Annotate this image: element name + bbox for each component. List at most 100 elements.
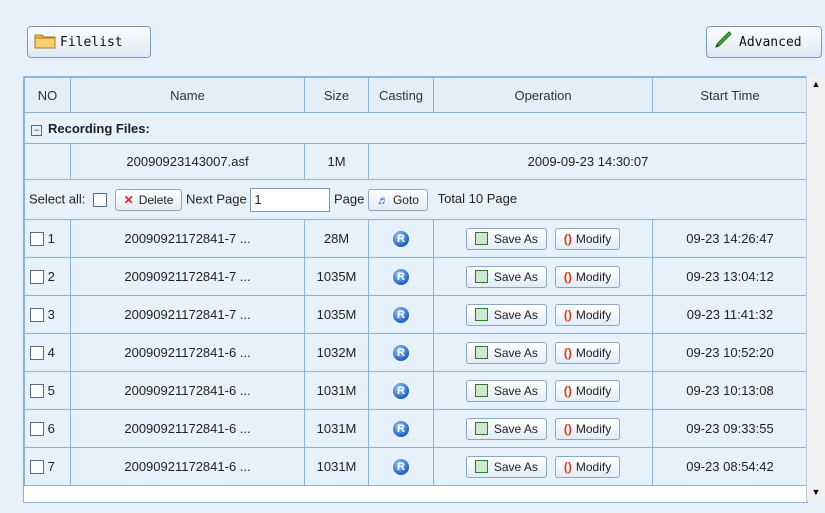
modify-icon: () [563, 459, 572, 474]
page-input[interactable]: 1 [250, 187, 331, 212]
casting-icon[interactable]: R [393, 344, 409, 361]
recording-datetime: 2009-09-23 14:30:07 [368, 143, 807, 180]
modify-label: Modify [575, 345, 612, 360]
row-start-time: 09-23 14:26:47 [652, 219, 807, 258]
row-checkbox[interactable] [30, 346, 44, 361]
casting-icon[interactable]: R [393, 420, 409, 437]
modify-icon: () [563, 383, 572, 398]
recording-file-manager: Filelist Advanced NO Name Size Casting O… [0, 0, 825, 513]
save-as-button[interactable]: Save As [465, 303, 547, 326]
modify-button[interactable]: () Modify [554, 303, 621, 326]
save-as-label: Save As [493, 345, 538, 360]
row-casting: R [368, 219, 434, 258]
advanced-label: Advanced [739, 34, 802, 50]
row-start-time: 09-23 10:13:08 [652, 371, 807, 410]
row-no: 3 [47, 306, 55, 322]
row-no-cell: 2 [24, 257, 71, 296]
delete-button[interactable]: ✕ Delete [114, 188, 183, 211]
save-as-button[interactable]: Save As [465, 455, 547, 478]
row-operation: Save As () Modify [433, 257, 653, 296]
casting-icon[interactable]: R [393, 268, 409, 285]
modify-label: Modify [575, 459, 612, 474]
modify-button[interactable]: () Modify [554, 379, 621, 402]
row-no-cell: 6 [24, 409, 71, 448]
modify-label: Modify [575, 421, 612, 436]
scroll-down-arrow-icon[interactable]: ▼ [807, 484, 825, 501]
save-as-button[interactable]: Save As [465, 379, 547, 402]
row-casting: R [368, 333, 434, 372]
section-row: − Recording Files: [24, 112, 807, 144]
top-toolbar: Filelist Advanced [0, 0, 825, 74]
vertical-scrollbar[interactable]: ▲ ▼ [806, 76, 825, 501]
row-checkbox[interactable] [30, 270, 44, 285]
save-as-label: Save As [493, 383, 538, 398]
goto-label: Goto [392, 192, 419, 207]
header-casting: Casting [368, 77, 434, 113]
save-icon [474, 270, 488, 283]
modify-button[interactable]: () Modify [554, 265, 621, 288]
row-checkbox[interactable] [30, 232, 44, 247]
row-casting: R [368, 371, 434, 410]
row-checkbox[interactable] [30, 384, 44, 399]
header-size: Size [304, 77, 369, 113]
casting-icon[interactable]: R [393, 230, 409, 247]
modify-label: Modify [575, 269, 612, 284]
row-start-time: 09-23 13:04:12 [652, 257, 807, 296]
section-cell: − Recording Files: [24, 112, 807, 144]
row-name[interactable]: 20090921172841-6 ... [70, 333, 305, 372]
casting-icon[interactable]: R [393, 458, 409, 475]
row-no-cell: 1 [24, 219, 71, 258]
row-name[interactable]: 20090921172841-7 ... [70, 219, 305, 258]
row-name[interactable]: 20090921172841-7 ... [70, 295, 305, 334]
row-start-time: 09-23 08:54:42 [652, 447, 807, 486]
pencil-icon [713, 30, 735, 54]
save-as-button[interactable]: Save As [465, 417, 547, 440]
row-size: 1031M [304, 447, 369, 486]
paging-toolbar: Select all: ✕ Delete Next Page 1 Page ♬ … [24, 179, 807, 220]
save-as-button[interactable]: Save As [465, 265, 547, 288]
modify-button[interactable]: () Modify [554, 417, 621, 440]
casting-icon[interactable]: R [393, 382, 409, 399]
save-as-button[interactable]: Save As [465, 227, 547, 250]
save-as-button[interactable]: Save As [465, 341, 547, 364]
table-row: 1 20090921172841-7 ... 28M R Save As () Modify… [24, 219, 807, 258]
table-row: 2 20090921172841-7 ... 1035M R Save As () Modi… [24, 257, 807, 296]
row-size: 1032M [304, 333, 369, 372]
select-all-checkbox[interactable] [93, 192, 107, 207]
row-operation: Save As () Modify [433, 295, 653, 334]
save-icon [474, 232, 488, 245]
table-row: 7 20090921172841-6 ... 1031M R Save As () Modi… [24, 447, 807, 486]
row-name[interactable]: 20090921172841-6 ... [70, 409, 305, 448]
modify-label: Modify [575, 231, 612, 246]
row-checkbox[interactable] [30, 308, 44, 323]
row-checkbox[interactable] [30, 460, 44, 475]
row-name[interactable]: 20090921172841-6 ... [70, 371, 305, 410]
modify-button[interactable]: () Modify [554, 341, 621, 364]
row-checkbox[interactable] [30, 422, 44, 437]
save-icon [474, 422, 488, 435]
filelist-button[interactable]: Filelist [27, 26, 151, 58]
header-no: NO [24, 77, 71, 113]
scroll-up-arrow-icon[interactable]: ▲ [807, 76, 825, 93]
modify-button[interactable]: () Modify [554, 227, 621, 250]
row-no-cell: 4 [24, 333, 71, 372]
row-name[interactable]: 20090921172841-7 ... [70, 257, 305, 296]
save-icon [474, 308, 488, 321]
advanced-button[interactable]: Advanced [706, 26, 822, 58]
row-no: 2 [47, 268, 55, 284]
row-size: 1031M [304, 409, 369, 448]
casting-icon[interactable]: R [393, 306, 409, 323]
recording-size: 1M [304, 143, 369, 180]
delete-label: Delete [138, 192, 174, 207]
row-size: 1035M [304, 257, 369, 296]
modify-button[interactable]: () Modify [554, 455, 621, 478]
save-as-label: Save As [493, 269, 538, 284]
goto-button[interactable]: ♬ Goto [367, 188, 428, 211]
row-operation: Save As () Modify [433, 409, 653, 448]
row-name[interactable]: 20090921172841-6 ... [70, 447, 305, 486]
save-as-label: Save As [493, 459, 538, 474]
row-start-time: 09-23 09:33:55 [652, 409, 807, 448]
row-start-time: 09-23 11:41:32 [652, 295, 807, 334]
row-operation: Save As () Modify [433, 447, 653, 486]
collapse-icon[interactable]: − [31, 124, 42, 136]
